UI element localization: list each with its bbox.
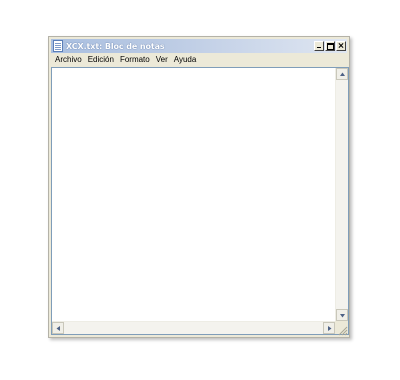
arrow-right-icon	[328, 326, 332, 331]
text-editor[interactable]	[52, 68, 335, 321]
menu-archivo[interactable]: Archivo	[52, 54, 85, 66]
window-title: XCX.txt: Bloc de notas	[66, 41, 165, 51]
notepad-window: XCX.txt: Bloc de notas Archivo Edición F…	[48, 36, 350, 338]
menu-ayuda[interactable]: Ayuda	[171, 54, 200, 66]
maximize-icon[interactable]	[325, 41, 335, 51]
arrow-left-icon	[56, 326, 60, 331]
scroll-right-button[interactable]	[323, 322, 335, 334]
close-icon[interactable]	[336, 41, 346, 51]
resize-grip-icon	[338, 326, 348, 336]
arrow-up-icon	[340, 72, 345, 76]
scroll-down-button[interactable]	[336, 309, 348, 321]
menu-ver[interactable]: Ver	[153, 54, 171, 66]
editor-frame	[51, 67, 349, 336]
scroll-left-button[interactable]	[52, 322, 64, 334]
scroll-up-button[interactable]	[336, 68, 348, 80]
resize-grip[interactable]	[335, 321, 348, 336]
vertical-scrollbar[interactable]	[335, 68, 348, 321]
notepad-icon[interactable]	[53, 40, 63, 52]
title-bar[interactable]: XCX.txt: Bloc de notas	[51, 39, 347, 53]
menu-edicion[interactable]: Edición	[85, 54, 117, 66]
menu-formato[interactable]: Formato	[117, 54, 153, 66]
menu-bar: Archivo Edición Formato Ver Ayuda	[52, 54, 346, 66]
horizontal-scrollbar[interactable]	[52, 321, 335, 334]
arrow-down-icon	[340, 314, 345, 318]
minimize-icon[interactable]	[314, 41, 324, 51]
window-controls	[314, 41, 346, 51]
